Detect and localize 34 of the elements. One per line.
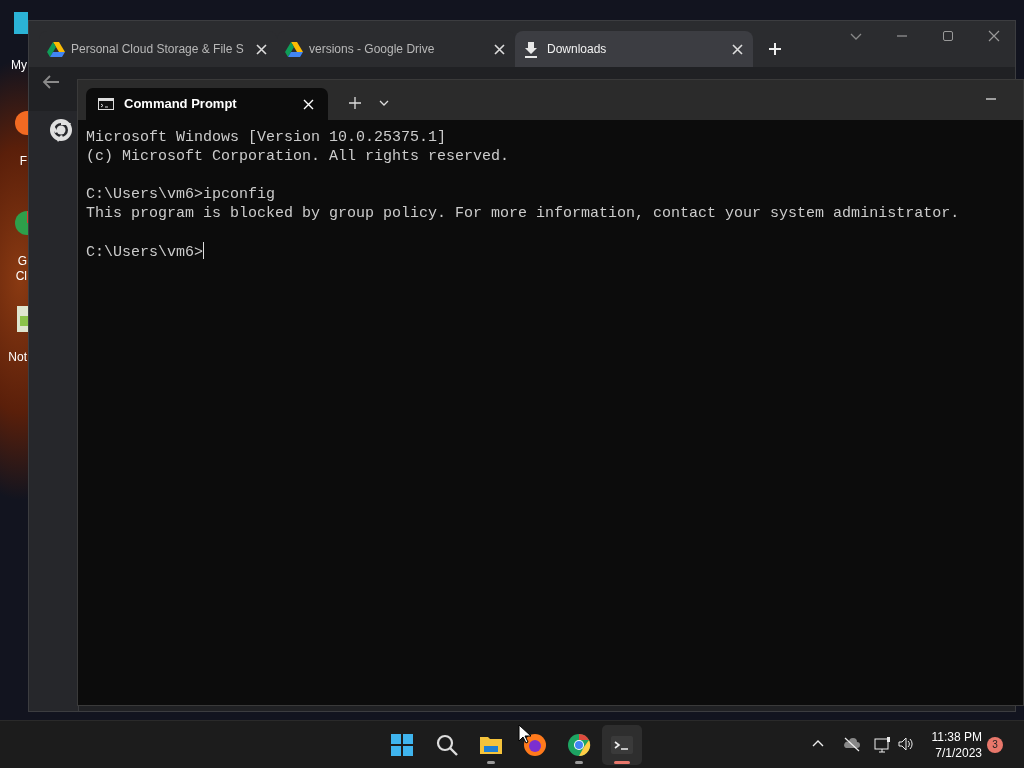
new-tab-icon — [767, 41, 783, 57]
browser-tab[interactable]: Downloads — [515, 31, 753, 67]
drive-icon — [285, 40, 303, 58]
notification-badge[interactable]: 3 — [987, 737, 1003, 753]
desktop-icon-label[interactable]: Not — [8, 350, 27, 365]
terminal-line: Microsoft Windows [Version 10.0.25375.1] — [86, 129, 447, 146]
close-icon — [987, 29, 1001, 43]
cloud-off-icon — [843, 736, 860, 753]
search-icon — [435, 733, 459, 757]
clock[interactable]: 11:38 PM 7/1/2023 — [931, 729, 982, 761]
desktop-icon-label[interactable]: G Cl — [15, 254, 27, 284]
text-cursor — [203, 242, 205, 259]
desktop-icon-label[interactable]: My — [11, 58, 27, 73]
app-shortcut-icon — [14, 210, 28, 236]
mouse-pointer-icon — [518, 724, 532, 744]
start-icon — [390, 733, 414, 757]
console-icon — [98, 98, 114, 110]
chrome-icon — [567, 733, 591, 757]
chrome-icon — [49, 118, 73, 142]
volume-icon — [898, 736, 915, 753]
terminal-tab[interactable]: Command Prompt — [86, 88, 328, 120]
firefox-icon — [523, 733, 547, 757]
terminal-line: C:\Users\vm6> — [86, 244, 204, 261]
terminal-icon — [610, 733, 634, 757]
terminal-line: This program is blocked by group policy. For more information, contact your system administrator. — [86, 205, 960, 222]
desktop-icon-label[interactable]: F — [19, 154, 27, 169]
terminal-line: C:\Users\vm6>ipconfig — [86, 186, 276, 203]
maximize-icon — [941, 29, 955, 43]
network-icon — [874, 736, 891, 753]
back-icon — [42, 74, 60, 90]
new-tab-icon — [348, 96, 362, 110]
drive-icon — [47, 40, 65, 58]
terminal-line: (c) Microsoft Corporation. All rights reserved. — [86, 148, 510, 165]
app-shortcut-icon — [14, 110, 28, 136]
